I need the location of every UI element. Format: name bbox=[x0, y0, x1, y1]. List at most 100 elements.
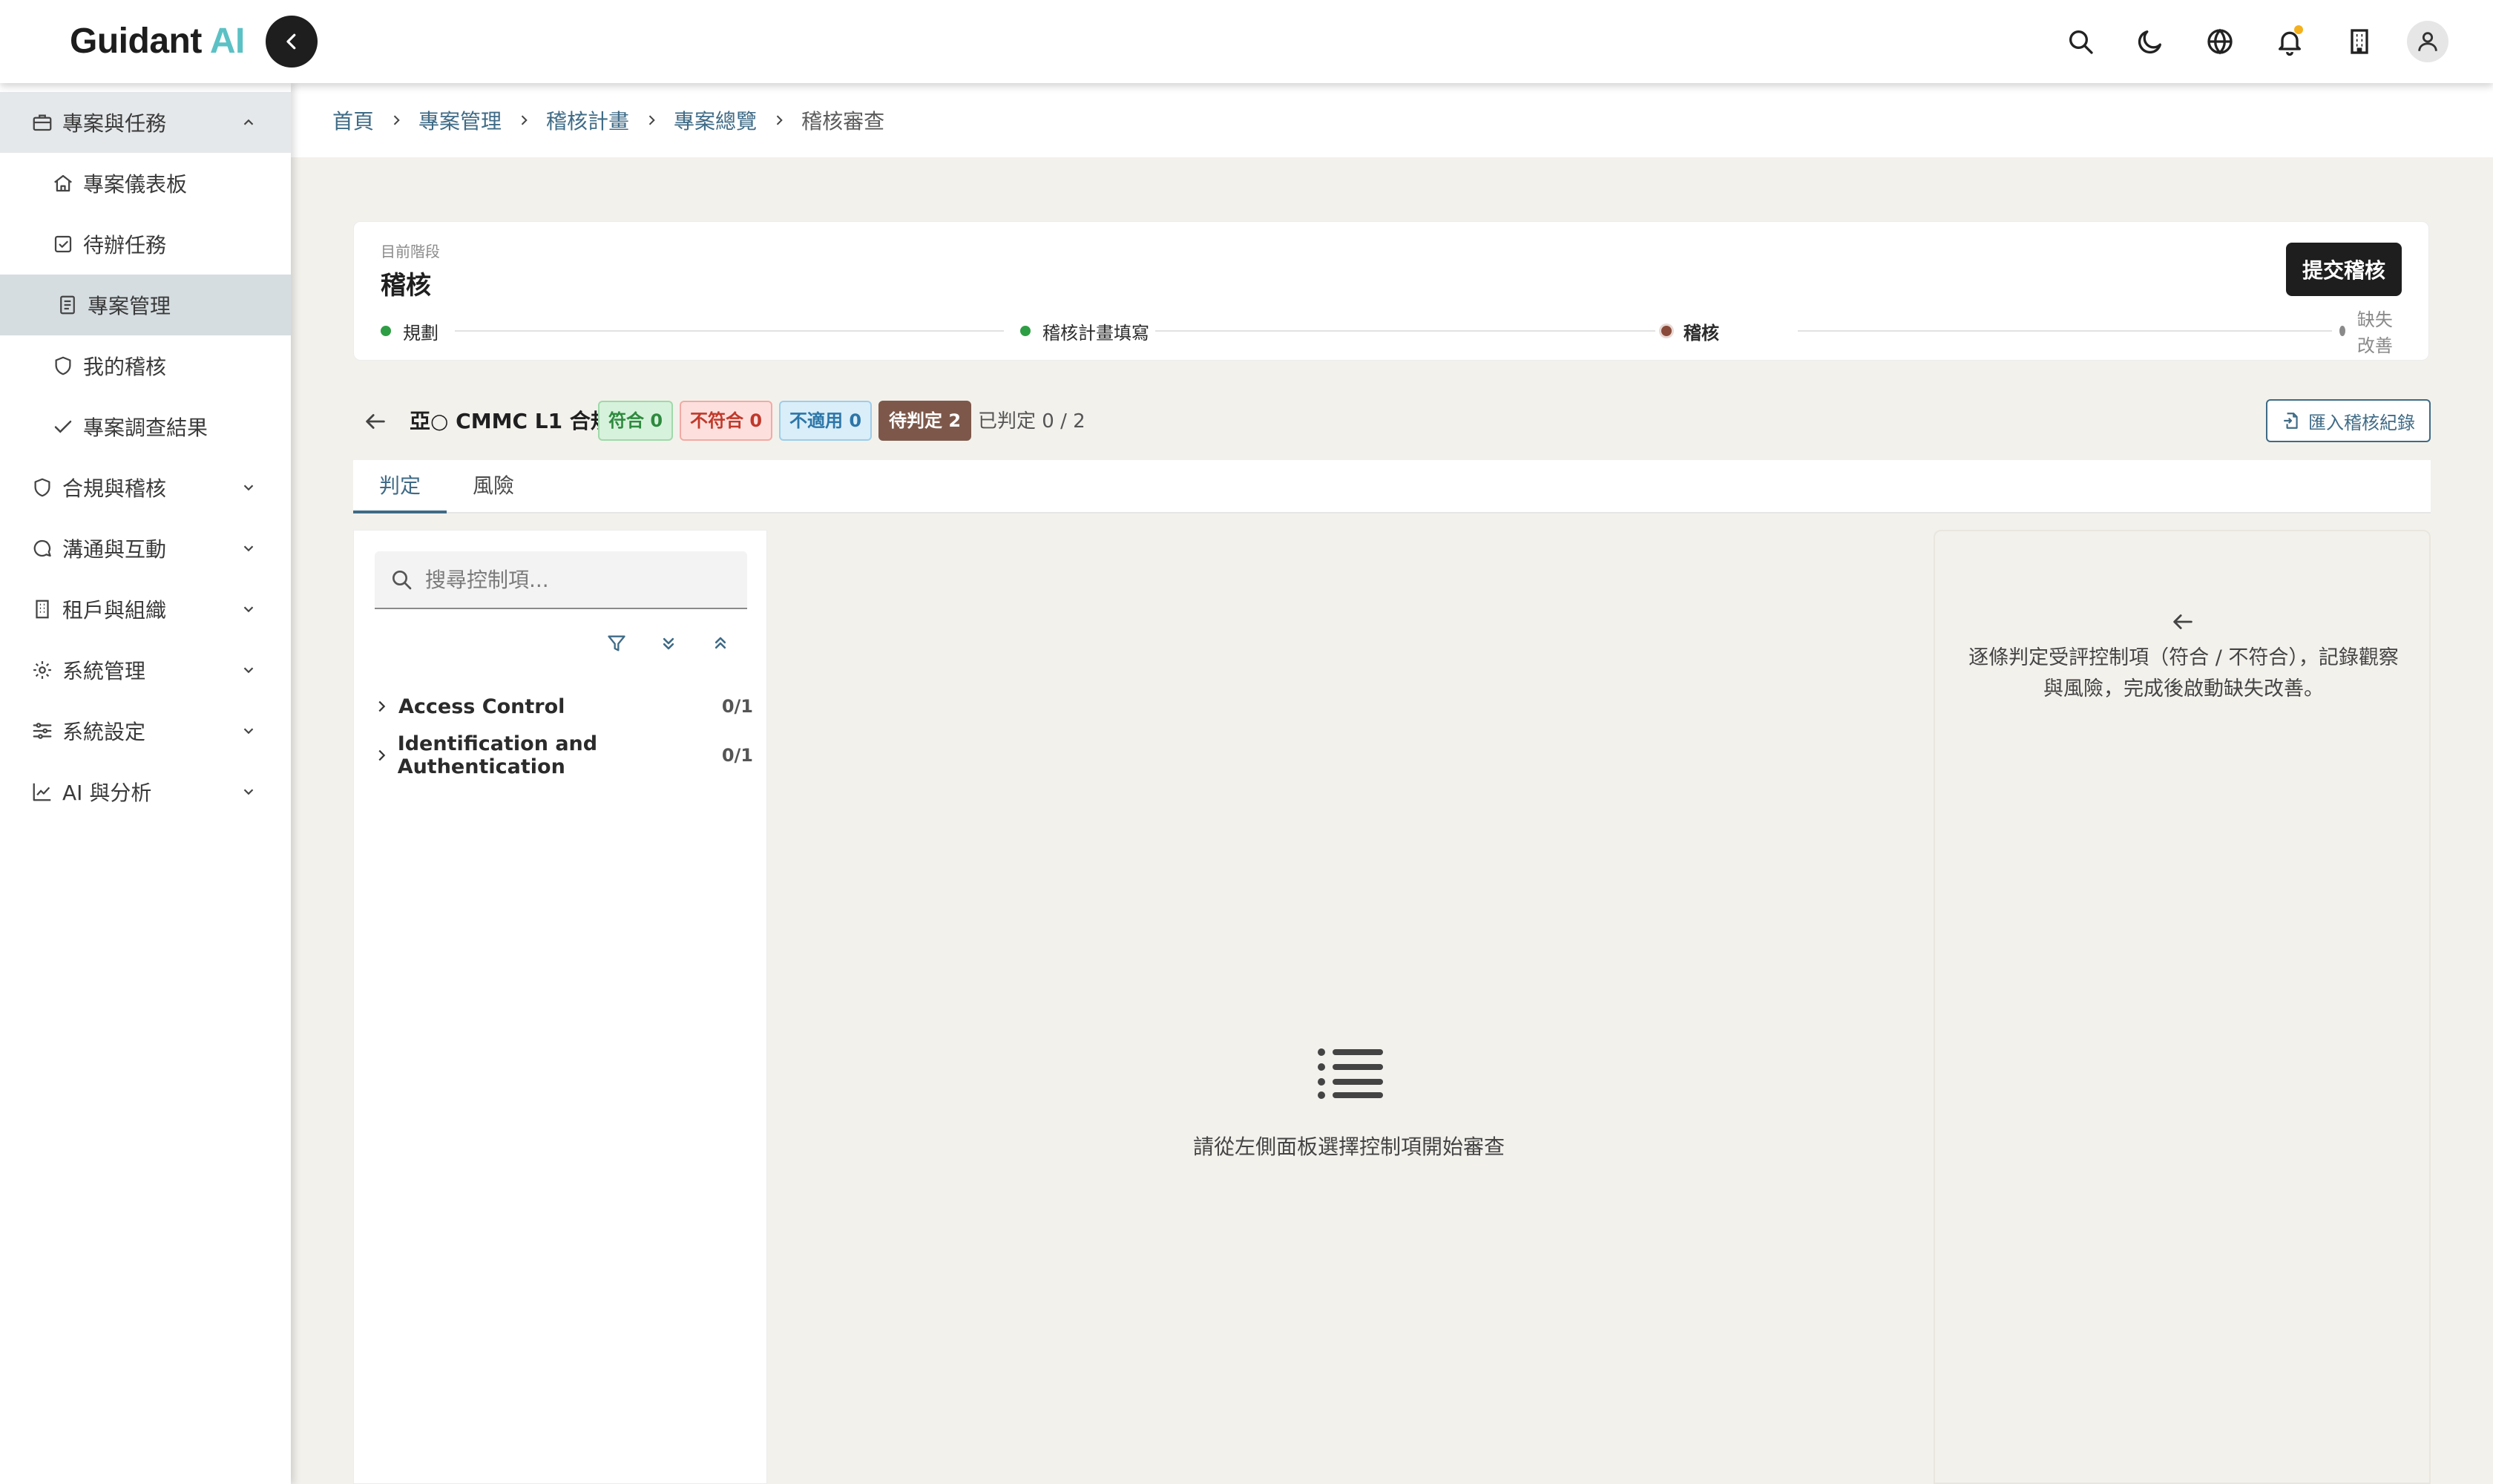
tab-risk[interactable]: 風險 bbox=[447, 460, 540, 513]
chevron-right-icon bbox=[389, 113, 404, 128]
app-name: Guidant bbox=[70, 22, 202, 61]
search-icon bbox=[2069, 30, 2093, 54]
sidebar-item-label: 專案管理 bbox=[88, 294, 171, 318]
sidebar-collapse-button[interactable] bbox=[266, 16, 318, 68]
search-icon bbox=[392, 571, 412, 590]
expand-all-button[interactable] bbox=[651, 626, 686, 661]
building-icon bbox=[30, 597, 55, 622]
sidebar-item-project-dashboard[interactable]: 專案儀表板 bbox=[0, 153, 291, 214]
step-label: 稽核計畫填寫 bbox=[1042, 322, 1149, 344]
chevron-up-icon bbox=[239, 113, 258, 132]
hint-text: 逐條判定受評控制項（符合 / 不符合），記錄觀察與風險，完成後啟動缺失改善。 bbox=[1968, 646, 2399, 700]
back-button[interactable] bbox=[361, 407, 390, 436]
stepper-connector bbox=[455, 330, 1004, 332]
breadcrumb-home[interactable]: 首頁 bbox=[332, 105, 374, 135]
sidebar-group-system-admin[interactable]: 系統管理 bbox=[0, 640, 291, 700]
chevron-left-icon bbox=[286, 33, 296, 50]
breadcrumb-project-management[interactable]: 專案管理 bbox=[418, 105, 502, 135]
stage-stepper: 規劃 稽核計畫填寫 稽核 缺失改善 bbox=[375, 309, 2403, 356]
control-group-row[interactable]: Access Control 0/1 bbox=[373, 689, 753, 723]
top-bar: Guidant AI bbox=[0, 0, 2493, 83]
tab-bar: 判定 風險 bbox=[353, 460, 2431, 513]
breadcrumb-audit-plan[interactable]: 稽核計畫 bbox=[546, 105, 629, 135]
control-search-input[interactable] bbox=[425, 567, 722, 592]
sliders-icon bbox=[30, 718, 55, 743]
badge-pass-count: 符合 0 bbox=[598, 401, 674, 441]
control-group-label: Access Control bbox=[398, 695, 565, 718]
control-group-row[interactable]: Identification and Authentication 0/1 bbox=[373, 732, 753, 778]
sidebar-item-label: 專案與任務 bbox=[62, 111, 167, 136]
stepper-connector bbox=[1798, 330, 2332, 332]
shield-icon bbox=[50, 353, 76, 378]
sidebar-item-project-management[interactable]: 專案管理 bbox=[0, 275, 291, 335]
breadcrumb-audit-review: 稽核審查 bbox=[801, 109, 885, 134]
sidebar-item-my-audits[interactable]: 我的稽核 bbox=[0, 335, 291, 396]
control-group-count: 0/1 bbox=[721, 745, 753, 766]
submit-audit-button[interactable]: 提交稽核 bbox=[2286, 243, 2402, 296]
sidebar-item-label: 系統管理 bbox=[62, 659, 146, 683]
step-status-dot bbox=[381, 326, 391, 336]
sidebar-group-compliance[interactable]: 合規與稽核 bbox=[0, 457, 291, 518]
stage-title: 稽核 bbox=[381, 271, 431, 301]
sidebar-group-ai-analytics[interactable]: AI 與分析 bbox=[0, 761, 291, 822]
step-plan-filling: 稽核計畫填寫 bbox=[1014, 320, 1155, 344]
checkbox-icon bbox=[50, 232, 76, 257]
chevron-down-icon bbox=[239, 539, 258, 558]
sidebar-group-tenants[interactable]: 租戶與組織 bbox=[0, 579, 291, 640]
chat-icon bbox=[30, 536, 55, 561]
sidebar-item-label: 合規與稽核 bbox=[62, 476, 167, 501]
breadcrumb-project-overview[interactable]: 專案總覽 bbox=[674, 105, 757, 135]
stage-label: 目前階段 bbox=[381, 243, 440, 260]
file-import-icon bbox=[2282, 411, 2301, 430]
organization-button[interactable] bbox=[2337, 19, 2382, 64]
arrow-left-icon bbox=[366, 414, 385, 429]
badge-na-count: 不適用 0 bbox=[779, 401, 873, 441]
building-icon bbox=[2351, 29, 2368, 54]
filter-icon bbox=[608, 635, 625, 651]
shield-icon bbox=[30, 475, 55, 500]
chevron-down-icon bbox=[239, 721, 258, 741]
sidebar-item-project-findings[interactable]: 專案調查結果 bbox=[0, 396, 291, 457]
notification-dot bbox=[2294, 25, 2303, 34]
home-icon bbox=[50, 171, 76, 196]
step-planning: 規劃 bbox=[375, 320, 444, 344]
control-group-count: 0/1 bbox=[721, 696, 753, 717]
user-avatar[interactable] bbox=[2407, 21, 2448, 62]
sidebar-item-todo-tasks[interactable]: 待辦任務 bbox=[0, 214, 291, 275]
sidebar-item-label: 我的稽核 bbox=[83, 355, 167, 379]
step-label: 缺失改善 bbox=[2356, 309, 2393, 356]
collapse-all-button[interactable] bbox=[703, 626, 738, 661]
sidebar-item-label: 系統設定 bbox=[62, 720, 146, 744]
sidebar-item-label: 專案儀表板 bbox=[83, 172, 188, 197]
globe-icon bbox=[2207, 28, 2233, 55]
tab-judgement[interactable]: 判定 bbox=[353, 460, 447, 513]
control-search-box bbox=[375, 551, 747, 609]
search-button[interactable] bbox=[2058, 19, 2103, 64]
filter-button[interactable] bbox=[599, 626, 634, 661]
expand-all-icon bbox=[663, 637, 674, 650]
step-audit: 稽核 bbox=[1655, 320, 1725, 344]
audit-name: 亞○ CMMC L1 合規 bbox=[410, 409, 611, 433]
briefcase-icon bbox=[30, 110, 55, 135]
sidebar-group-system-settings[interactable]: 系統設定 bbox=[0, 700, 291, 761]
sidebar-item-label: 專案調查結果 bbox=[83, 416, 208, 440]
sidebar-item-label: 待辦任務 bbox=[83, 233, 167, 257]
theme-toggle-button[interactable] bbox=[2128, 19, 2172, 64]
document-icon bbox=[55, 292, 80, 318]
import-audit-records-button[interactable]: 匯入稽核紀錄 bbox=[2266, 399, 2431, 442]
judged-progress: 已判定 0 / 2 bbox=[978, 410, 1085, 433]
chevron-right-icon bbox=[516, 113, 531, 128]
chart-icon bbox=[30, 779, 55, 804]
empty-state-text: 請從左側面板選擇控制項開始審查 bbox=[1192, 1135, 1505, 1159]
language-button[interactable] bbox=[2198, 19, 2242, 64]
app-logo[interactable]: Guidant AI bbox=[70, 19, 245, 64]
sidebar-group-projects[interactable]: 專案與任務 bbox=[0, 92, 291, 153]
hint-panel: 逐條判定受評控制項（符合 / 不符合），記錄觀察與風險，完成後啟動缺失改善。 bbox=[1934, 530, 2431, 1484]
sidebar-group-communication[interactable]: 溝通與互動 bbox=[0, 518, 291, 579]
sidebar: 專案與任務 專案儀表板 待辦任務 專案管理 我的稽核 專案調查結果 合規與稽核 … bbox=[0, 83, 291, 1484]
chevron-right-icon bbox=[373, 747, 392, 764]
step-label: 稽核 bbox=[1684, 322, 1719, 344]
chevron-down-icon bbox=[239, 660, 258, 680]
notifications-button[interactable] bbox=[2267, 19, 2312, 64]
list-icon bbox=[1318, 1048, 1383, 1099]
